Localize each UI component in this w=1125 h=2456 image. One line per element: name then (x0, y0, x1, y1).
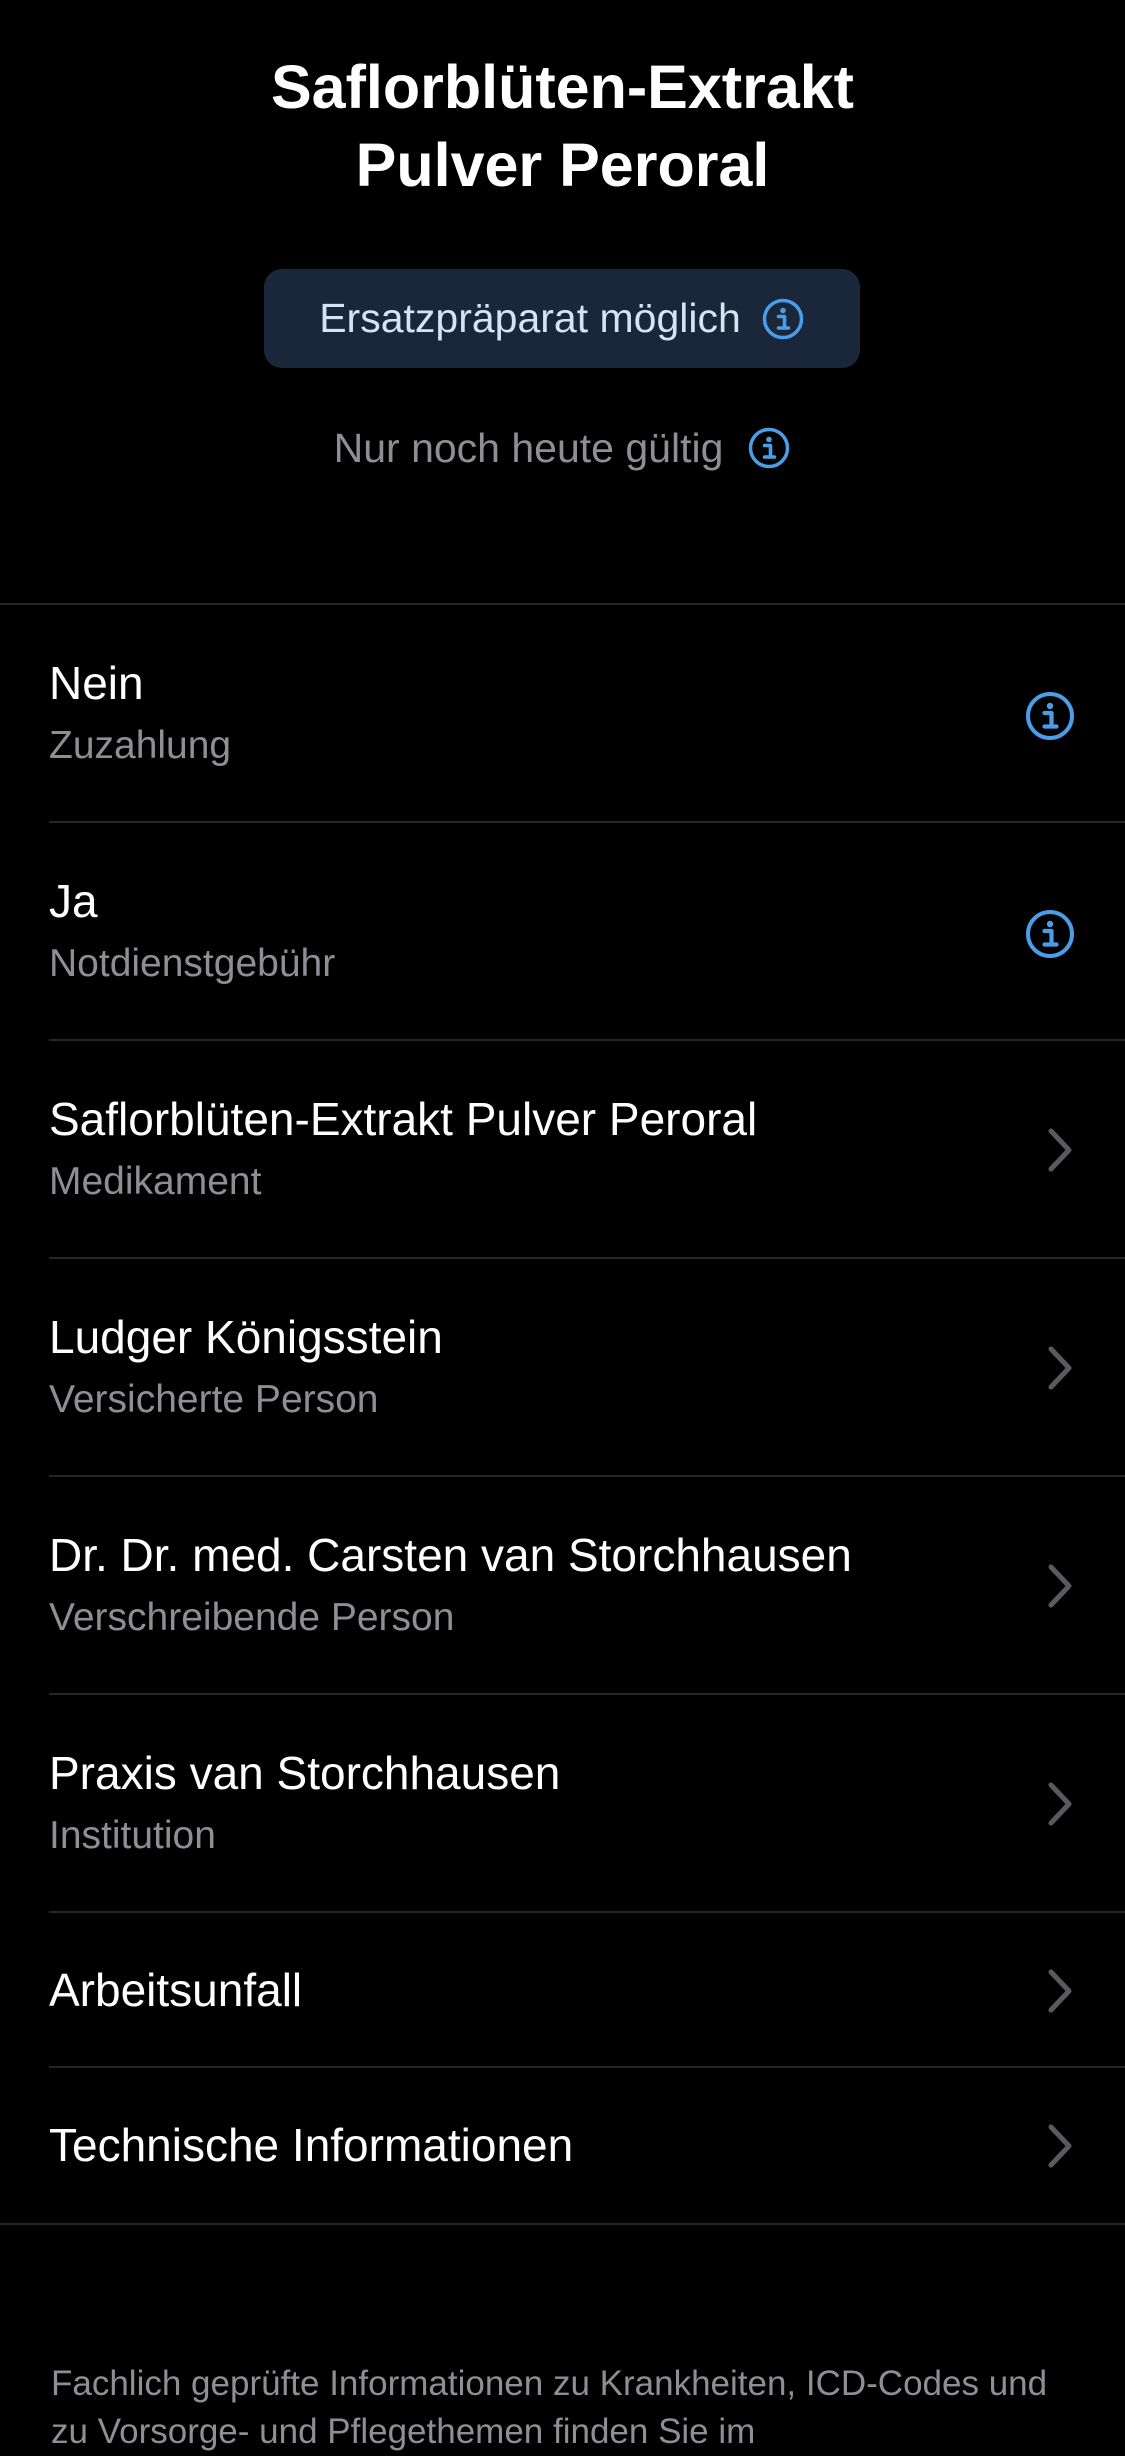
list-item-title: Saflorblüten-Extrakt Pulver Peroral (49, 1093, 758, 1145)
list-item-subtitle: Versicherte Person (49, 1378, 379, 1421)
chevron-right-icon (1046, 1344, 1074, 1392)
list-item-title: Nein (49, 657, 144, 709)
prescription-details-list: Nein Zuzahlung Ja Notdienstgebühr Saflor… (0, 603, 1125, 2225)
list-item-title: Dr. Dr. med. Carsten van Storchhausen (49, 1529, 852, 1581)
info-icon (761, 297, 805, 341)
chevron-right-icon (1046, 1967, 1074, 2015)
list-item-medication[interactable]: Saflorblüten-Extrakt Pulver Peroral Medi… (49, 1041, 1125, 1259)
list-item-institution[interactable]: Praxis van Storchhausen Institution (49, 1695, 1125, 1913)
info-icon (747, 426, 791, 470)
list-item-subtitle: Institution (49, 1814, 216, 1857)
chevron-right-icon (1046, 1126, 1074, 1174)
info-icon[interactable] (1024, 908, 1076, 960)
list-item-title: Ja (49, 875, 98, 927)
list-item-title: Arbeitsunfall (49, 1964, 303, 2016)
substitute-badge-label: Ersatzpräparat möglich (319, 295, 741, 341)
validity-label: Nur noch heute gültig (333, 424, 724, 471)
list-item-prescriber[interactable]: Dr. Dr. med. Carsten van Storchhausen Ve… (49, 1477, 1125, 1695)
list-item-title: Technische Informationen (49, 2119, 574, 2171)
chevron-right-icon (1046, 2122, 1074, 2170)
page-title-line1: Saflorblüten-Extrakt (271, 53, 854, 121)
chevron-right-icon (1046, 1562, 1074, 1610)
info-icon[interactable] (1024, 690, 1076, 742)
page-title: Saflorblüten-Extrakt Pulver Peroral (0, 48, 1125, 204)
prescription-header: Saflorblüten-Extrakt Pulver Peroral Ersa… (0, 0, 1125, 604)
list-item-insured-person[interactable]: Ludger Königsstein Versicherte Person (49, 1259, 1125, 1477)
list-item-copayment[interactable]: Nein Zuzahlung (49, 605, 1125, 823)
list-item-title: Ludger Königsstein (49, 1311, 443, 1363)
list-item-subtitle: Zuzahlung (49, 724, 232, 767)
list-item-technical-info[interactable]: Technische Informationen (49, 2068, 1125, 2223)
chevron-right-icon (1046, 1780, 1074, 1828)
list-item-subtitle: Verschreibende Person (49, 1596, 455, 1639)
page-title-line2: Pulver Peroral (355, 131, 770, 199)
footer-note: Fachlich geprüfte Informationen zu Krank… (51, 2364, 1048, 2451)
list-item-subtitle: Notdienstgebühr (49, 942, 336, 985)
list-item-subtitle: Medikament (49, 1160, 262, 1203)
list-item-emergency-fee[interactable]: Ja Notdienstgebühr (49, 823, 1125, 1041)
validity-info-button[interactable]: Nur noch heute gültig (0, 418, 1125, 478)
substitute-badge-button[interactable]: Ersatzpräparat möglich (264, 269, 860, 368)
list-item-work-accident[interactable]: Arbeitsunfall (49, 1913, 1125, 2068)
list-item-title: Praxis van Storchhausen (49, 1747, 561, 1799)
